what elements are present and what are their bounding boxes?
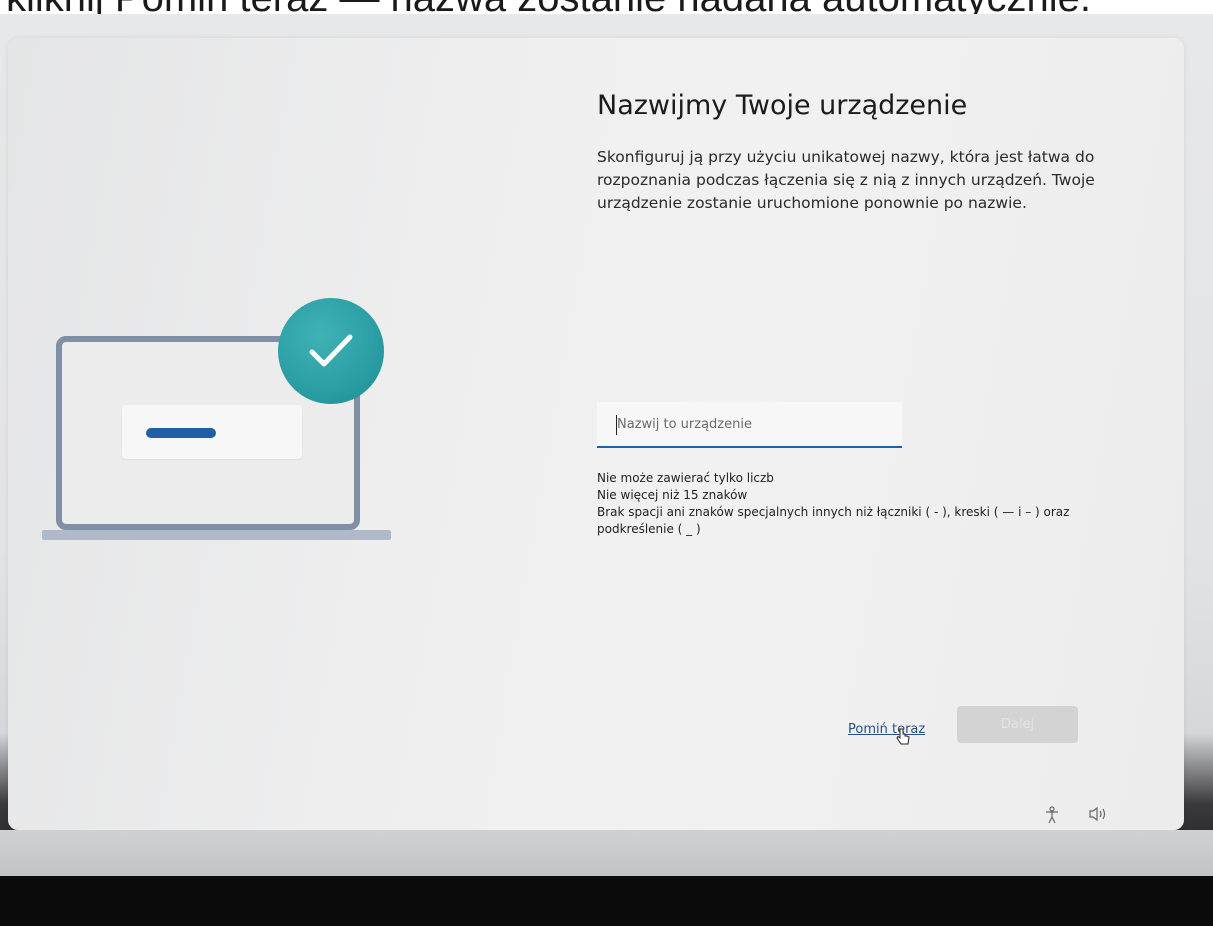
name-requirements: Nie może zawierać tylko liczb Nie więcej… <box>597 470 1117 538</box>
monitor-bezel <box>0 876 1213 926</box>
next-button[interactable]: Dalej <box>957 706 1078 743</box>
name-bar-illustration <box>146 428 216 438</box>
text-caret <box>616 415 617 435</box>
hand-cursor-icon <box>896 728 910 750</box>
skip-for-now-link[interactable]: Pomiń teraz <box>848 722 925 737</box>
requirement-line: Nie więcej niż 15 znaków <box>597 488 748 502</box>
device-name-input[interactable] <box>597 402 902 448</box>
accessibility-icon[interactable] <box>1044 806 1060 828</box>
page-description: Skonfiguruj ją przy użyciu unikatowej na… <box>597 148 1095 212</box>
volume-icon[interactable] <box>1088 806 1110 826</box>
requirement-line: Nie może zawierać tylko liczb <box>597 471 774 485</box>
requirement-line: podkreślenie ( _ ) <box>597 522 701 536</box>
page-title: Nazwijmy Twoje urządzenie <box>597 90 968 121</box>
laptop-base-illustration <box>42 530 391 540</box>
requirement-line: Brak spacji ani znaków specjalnych innyc… <box>597 505 1070 519</box>
checkmark-icon <box>278 298 384 404</box>
